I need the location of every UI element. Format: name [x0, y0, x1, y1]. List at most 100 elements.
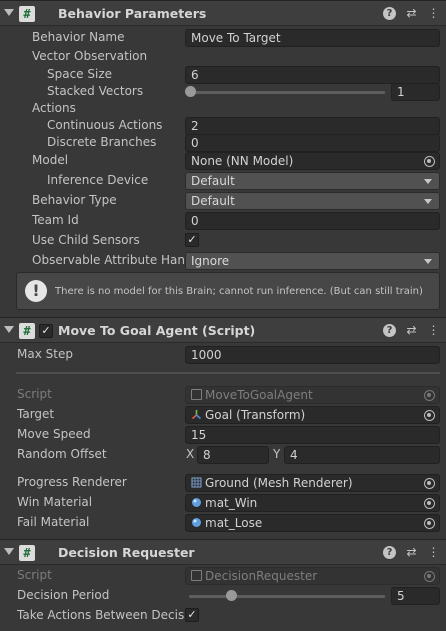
- material-icon: [192, 518, 201, 527]
- more-options-icon[interactable]: ⋮: [427, 545, 440, 560]
- fail-material-row: Fail Material mat_Lose: [0, 513, 446, 533]
- random-offset-label: Random Offset: [17, 447, 107, 461]
- presets-icon[interactable]: ⇄: [405, 6, 418, 21]
- object-picker-icon[interactable]: [424, 498, 435, 509]
- mesh-renderer-icon: [191, 477, 202, 488]
- fail-material-object-field[interactable]: mat_Lose: [185, 514, 440, 532]
- script-label: Script: [17, 568, 52, 582]
- help-icon[interactable]: ?: [383, 546, 396, 559]
- random-offset-x-label[interactable]: X: [186, 447, 194, 461]
- foldout-arrow-icon[interactable]: [4, 548, 14, 555]
- vector-observation-label: Vector Observation: [32, 49, 148, 63]
- more-options-icon[interactable]: ⋮: [427, 323, 440, 338]
- target-object-field[interactable]: Goal (Transform): [185, 406, 440, 424]
- decision-period-row: Decision Period 5: [0, 586, 446, 606]
- decision-period-slider-track[interactable]: [189, 595, 385, 598]
- script-value: DecisionRequester: [205, 569, 318, 583]
- behavior-name-input[interactable]: Move To Target: [185, 29, 440, 47]
- presets-icon[interactable]: ⇄: [405, 545, 418, 560]
- move-speed-label: Move Speed: [17, 427, 91, 441]
- cs-script-icon: [191, 389, 202, 400]
- max-step-input[interactable]: 1000: [185, 346, 440, 364]
- behavior-name-row: Behavior Name Move To Target: [0, 28, 446, 48]
- foldout-arrow-icon[interactable]: [4, 326, 14, 333]
- win-material-label: Win Material: [17, 495, 93, 509]
- model-value: None (NN Model): [191, 154, 294, 168]
- behavior-parameters-header[interactable]: # Behavior Parameters ? ⇄ ⋮: [0, 0, 446, 26]
- take-actions-row: Take Actions Between Decisi ✓: [0, 606, 446, 626]
- object-picker-icon[interactable]: [424, 478, 435, 489]
- space-size-label: Space Size: [47, 67, 113, 81]
- object-picker-icon[interactable]: [424, 410, 435, 421]
- team-id-input[interactable]: 0: [185, 212, 440, 230]
- random-offset-y-input[interactable]: 4: [284, 446, 440, 464]
- script-object-field: DecisionRequester: [185, 567, 440, 585]
- progress-renderer-object-field[interactable]: Ground (Mesh Renderer): [185, 474, 440, 492]
- component-enabled-checkbox[interactable]: ✓: [39, 324, 53, 338]
- material-icon: [192, 498, 201, 507]
- inference-device-dropdown[interactable]: Default: [185, 172, 440, 190]
- help-box: ! There is no model for this Brain; cann…: [16, 272, 440, 310]
- warning-icon: !: [25, 280, 47, 302]
- object-picker-icon[interactable]: [424, 156, 435, 167]
- inference-device-row: Inference Device Default: [0, 171, 446, 191]
- move-speed-input[interactable]: 15: [185, 426, 440, 444]
- use-child-sensors-label: Use Child Sensors: [32, 233, 140, 247]
- vector-observation-row: Vector Observation: [0, 47, 446, 67]
- target-label: Target: [17, 407, 55, 421]
- stacked-vectors-slider-knob[interactable]: [185, 86, 196, 97]
- decision-period-slider-knob[interactable]: [226, 590, 237, 601]
- behavior-type-row: Behavior Type Default: [0, 191, 446, 211]
- script-value: MoveToGoalAgent: [205, 388, 313, 402]
- discrete-branches-input[interactable]: 0: [185, 134, 440, 152]
- model-label: Model: [32, 153, 69, 167]
- help-icon[interactable]: ?: [383, 324, 396, 337]
- progress-renderer-row: Progress Renderer Ground (Mesh Renderer): [0, 473, 446, 493]
- stacked-vectors-label: Stacked Vectors: [47, 84, 144, 98]
- observable-attribute-label: Observable Attribute Handl: [32, 253, 184, 267]
- requester-script-row: Script DecisionRequester: [0, 566, 446, 586]
- target-row: Target Goal (Transform): [0, 405, 446, 425]
- help-icon[interactable]: ?: [383, 7, 396, 20]
- random-offset-y-label[interactable]: Y: [273, 447, 280, 461]
- object-picker-icon: [424, 390, 435, 401]
- team-id-label: Team Id: [32, 213, 79, 227]
- move-speed-row: Move Speed 15: [0, 425, 446, 445]
- agent-script-row: Script MoveToGoalAgent: [0, 385, 446, 405]
- use-child-sensors-checkbox[interactable]: ✓: [185, 233, 199, 247]
- section-divider: [16, 372, 440, 374]
- model-object-field[interactable]: None (NN Model): [185, 152, 440, 170]
- behavior-type-label: Behavior Type: [32, 193, 117, 207]
- observable-attribute-dropdown[interactable]: Ignore: [185, 252, 440, 270]
- presets-icon[interactable]: ⇄: [405, 323, 418, 338]
- transform-icon: [191, 410, 202, 420]
- foldout-arrow-icon[interactable]: [4, 9, 14, 16]
- take-actions-checkbox[interactable]: ✓: [185, 608, 199, 622]
- stacked-vectors-slider-track[interactable]: [189, 91, 385, 94]
- cs-script-icon: [191, 570, 202, 581]
- script-object-field: MoveToGoalAgent: [185, 386, 440, 404]
- component-title: Move To Goal Agent (Script): [58, 323, 256, 338]
- behavior-type-dropdown[interactable]: Default: [185, 192, 440, 210]
- fail-material-value: mat_Lose: [205, 516, 263, 530]
- object-picker-icon[interactable]: [424, 518, 435, 529]
- more-options-icon[interactable]: ⋮: [427, 6, 440, 21]
- win-material-row: Win Material mat_Win: [0, 493, 446, 513]
- use-child-sensors-row: Use Child Sensors ✓: [0, 231, 446, 251]
- decision-period-input[interactable]: 5: [391, 587, 440, 605]
- random-offset-row: Random Offset X 8 Y 4: [0, 445, 446, 465]
- help-box-text: There is no model for this Brain; cannot…: [55, 286, 423, 297]
- win-material-object-field[interactable]: mat_Win: [185, 494, 440, 512]
- decision-requester-header[interactable]: # Decision Requester ? ⇄ ⋮: [0, 539, 446, 565]
- discrete-branches-row: Discrete Branches 0: [0, 133, 446, 153]
- script-hash-icon: #: [19, 545, 35, 561]
- progress-renderer-value: Ground (Mesh Renderer): [205, 476, 353, 490]
- random-offset-x-input[interactable]: 8: [197, 446, 269, 464]
- progress-renderer-label: Progress Renderer: [17, 475, 127, 489]
- actions-label: Actions: [32, 101, 76, 115]
- target-value: Goal (Transform): [205, 408, 306, 422]
- inference-device-label: Inference Device: [47, 173, 149, 187]
- component-title: Behavior Parameters: [58, 6, 207, 21]
- move-to-goal-agent-header[interactable]: # ✓ Move To Goal Agent (Script) ? ⇄ ⋮: [0, 317, 446, 343]
- observable-attribute-row: Observable Attribute Handl Ignore: [0, 251, 446, 271]
